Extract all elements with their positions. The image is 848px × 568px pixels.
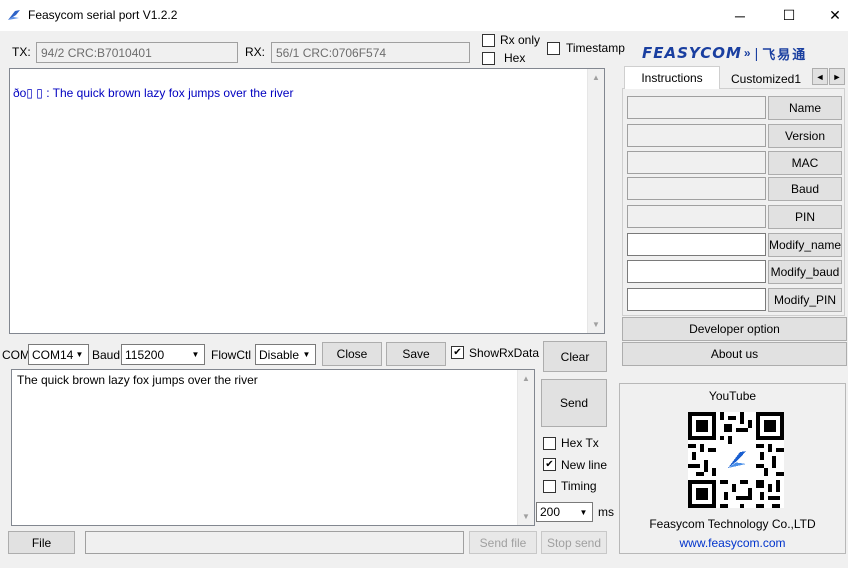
rx-only-checkbox[interactable] — [482, 34, 495, 47]
baud-rate-select[interactable]: 115200 ▼ — [121, 344, 205, 365]
chevron-down-icon: ▼ — [75, 350, 84, 359]
website-link[interactable]: www.feasycom.com — [620, 536, 845, 550]
name-button[interactable]: Name — [768, 96, 842, 120]
flowctl-value: Disable — [259, 347, 300, 362]
baud-field — [627, 177, 766, 200]
clear-button[interactable]: Clear — [543, 341, 607, 372]
scroll-down-icon: ▼ — [592, 320, 600, 329]
send-text: The quick brown lazy fox jumps over the … — [17, 373, 258, 387]
stop-send-button[interactable]: Stop send — [541, 531, 607, 554]
qr-code-icon[interactable] — [688, 412, 784, 508]
show-rx-data-label: ShowRxData — [469, 346, 540, 360]
window-title: Feasycom serial port V1.2.2 — [28, 8, 178, 22]
title-bar: Feasycom serial port V1.2.2 ─ ☐ ✕ — [0, 0, 848, 31]
baud-rate-value: 115200 — [125, 347, 165, 362]
hex-rx-checkbox[interactable] — [482, 52, 495, 65]
send-file-button[interactable]: Send file — [469, 531, 537, 554]
timestamp-label: Timestamp — [566, 41, 625, 55]
scroll-up-icon: ▲ — [592, 73, 600, 82]
send-textarea[interactable]: The quick brown lazy fox jumps over the … — [11, 369, 535, 526]
version-button[interactable]: Version — [768, 124, 842, 148]
ms-label: ms — [598, 505, 614, 519]
receive-textarea[interactable]: ðo▯ ▯ : The quick brown lazy fox jumps o… — [9, 68, 605, 334]
logo-mark-icon: » — [743, 46, 751, 60]
close-port-button[interactable]: Close — [322, 342, 382, 366]
timing-label: Timing — [561, 479, 597, 493]
promo-box: YouTube Feasycom Technology Co.,LTD www.… — [619, 383, 846, 554]
company-name: Feasycom Technology Co.,LTD — [649, 517, 816, 531]
chevron-down-icon: ▼ — [191, 350, 200, 359]
minimize-button[interactable]: ─ — [717, 0, 763, 31]
logo-chinese: 飞易通 — [762, 47, 808, 63]
minimize-icon: ─ — [735, 7, 745, 24]
app-logo-icon — [8, 10, 20, 20]
checkmark-icon: ✔ — [453, 346, 462, 358]
tab-customized1[interactable]: Customized1 — [721, 69, 811, 89]
maximize-icon: ☐ — [782, 7, 796, 23]
rx-label: RX: — [245, 45, 266, 59]
baud-label: Baud — [92, 348, 121, 362]
close-window-button[interactable]: ✕ — [812, 0, 848, 31]
tx-label: TX: — [12, 45, 31, 59]
checkmark-icon: ✔ — [545, 458, 554, 470]
rx-only-label: Rx only — [500, 33, 541, 47]
modify-pin-input[interactable] — [627, 288, 766, 311]
new-line-checkbox[interactable]: ✔ — [543, 458, 556, 471]
close-icon: ✕ — [829, 7, 841, 23]
modify-name-button[interactable]: Modify_name — [768, 233, 842, 257]
modify-baud-input[interactable] — [627, 260, 766, 283]
mac-field — [627, 151, 766, 174]
interval-select[interactable]: 200 ▼ — [536, 502, 593, 522]
com-port-select[interactable]: COM14 ▼ — [28, 344, 89, 365]
mac-button[interactable]: MAC — [768, 151, 842, 175]
new-line-label: New line — [561, 458, 608, 472]
timestamp-checkbox[interactable] — [547, 42, 560, 55]
show-rx-data-checkbox[interactable]: ✔ — [451, 346, 464, 359]
tab-scroll-left-button[interactable]: ◄ — [812, 68, 828, 85]
flowctl-label: FlowCtl — [211, 348, 252, 362]
scroll-down-icon: ▼ — [522, 512, 530, 521]
received-text: ðo▯ ▯ : The quick brown lazy fox jumps o… — [13, 86, 294, 100]
file-button[interactable]: File — [8, 531, 75, 554]
modify-baud-button[interactable]: Modify_baud — [768, 260, 842, 284]
youtube-label: YouTube — [708, 389, 757, 403]
feasycom-logo: FEASYCOM » | 飞易通 — [642, 42, 842, 64]
flowctl-select[interactable]: Disable ▼ — [255, 344, 316, 365]
com-port-value: COM14 — [32, 347, 74, 362]
version-field — [627, 124, 766, 147]
hex-tx-label: Hex Tx — [561, 436, 599, 450]
chevron-down-icon: ▼ — [579, 507, 588, 517]
tx-status-field: 94/2 CRC:B7010401 — [36, 42, 238, 63]
file-path-field[interactable] — [85, 531, 464, 554]
pin-field — [627, 205, 766, 228]
left-arrow-icon: ◄ — [815, 71, 825, 82]
pin-button[interactable]: PIN — [768, 205, 842, 229]
chevron-down-icon: ▼ — [302, 350, 311, 359]
tab-instructions[interactable]: Instructions — [624, 66, 720, 89]
hex-rx-label: Hex — [504, 51, 526, 65]
receive-scrollbar[interactable]: ▲ ▼ — [587, 69, 604, 333]
send-scrollbar[interactable]: ▲ ▼ — [517, 370, 534, 525]
save-button[interactable]: Save — [386, 342, 446, 366]
name-field — [627, 96, 766, 119]
modify-name-input[interactable] — [627, 233, 766, 256]
about-us-button[interactable]: About us — [622, 342, 847, 366]
scroll-up-icon: ▲ — [522, 374, 530, 383]
interval-value: 200 — [540, 505, 561, 519]
maximize-button[interactable]: ☐ — [766, 0, 812, 31]
baud-button[interactable]: Baud — [768, 177, 842, 201]
modify-pin-button[interactable]: Modify_PIN — [768, 288, 842, 312]
timing-checkbox[interactable] — [543, 480, 556, 493]
tab-scroll-right-button[interactable]: ► — [829, 68, 845, 85]
rx-status-field: 56/1 CRC:0706F574 — [271, 42, 470, 63]
send-button[interactable]: Send — [541, 379, 607, 427]
com-label: COM — [2, 348, 30, 362]
logo-separator: | — [754, 45, 759, 61]
developer-option-button[interactable]: Developer option — [622, 317, 847, 341]
right-arrow-icon: ► — [832, 71, 842, 82]
logo-brand: FEASYCOM — [642, 44, 742, 62]
hex-tx-checkbox[interactable] — [543, 437, 556, 450]
